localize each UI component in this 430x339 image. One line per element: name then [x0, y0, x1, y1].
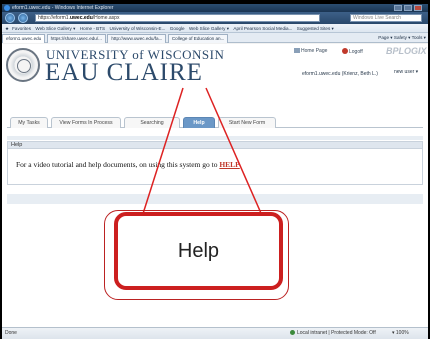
address-bar: https://eform1.uwec.edu/Home.aspx Window…: [2, 12, 428, 24]
window-title: eform1.uwec.edu - Windows Internet Explo…: [12, 5, 114, 11]
status-bar: Done Local intranet | Protected Mode: Of…: [2, 327, 428, 339]
url-domain: uwec.edu: [69, 15, 93, 21]
vendor-logo: BPLOGIX: [386, 46, 427, 56]
content-band: [7, 194, 423, 204]
tab-my-tasks[interactable]: My Tasks: [10, 117, 48, 128]
browser-tab[interactable]: eform1.uwec.edu: [2, 34, 46, 43]
browser-tab[interactable]: https://share.uwec.edu/...: [46, 34, 106, 43]
home-icon: [294, 48, 300, 53]
browser-window: eform1.uwec.edu - Windows Internet Explo…: [2, 4, 428, 339]
zoom-level[interactable]: ▾ 100%: [392, 330, 409, 336]
home-page-label: Home Page: [301, 48, 328, 54]
url-suffix: /Home.aspx: [92, 15, 120, 21]
browser-tab-bar: eform1.uwec.edu https://share.uwec.edu/.…: [2, 33, 428, 43]
forward-button[interactable]: [18, 13, 28, 23]
url-prefix: https://eform1.: [38, 15, 70, 21]
favorites-item[interactable]: Web Slice Gallery ▾: [189, 24, 229, 33]
logoff-label: Logoff: [349, 49, 363, 55]
globe-icon: [290, 330, 295, 335]
favorites-star-icon[interactable]: ★: [5, 24, 9, 33]
ie-icon: [4, 5, 10, 11]
favorites-item[interactable]: April Pearson Social Media...: [233, 24, 292, 33]
university-seal-icon: [6, 48, 40, 82]
help-section-body: For a video tutorial and help documents,…: [7, 149, 423, 185]
search-input[interactable]: Windows Live Search: [350, 14, 422, 22]
home-page-link[interactable]: Home Page: [294, 48, 327, 54]
favorites-item[interactable]: University of Wisconsin-E...: [110, 24, 166, 33]
status-text: Done: [5, 330, 17, 336]
help-callout: Help: [104, 210, 289, 300]
favorites-item[interactable]: Suggested Sites ▾: [297, 24, 334, 33]
favorites-bar: ★ Favorites Web Slice Gallery ▾ Home - BT…: [2, 24, 428, 33]
help-description: For a video tutorial and help documents,…: [16, 160, 220, 169]
security-zone-label: Local intranet | Protected Mode: Off: [297, 330, 376, 336]
help-heading: Help: [11, 142, 23, 148]
minimize-button[interactable]: [394, 5, 402, 11]
help-text: For a video tutorial and help documents,…: [16, 160, 240, 169]
back-button[interactable]: [5, 13, 15, 23]
tab-help[interactable]: Help: [183, 117, 215, 128]
favorites-item[interactable]: Google: [170, 24, 185, 33]
logoff-icon: [342, 48, 348, 54]
callout-label: Help: [177, 240, 220, 262]
logoff-link[interactable]: Logoff: [342, 48, 363, 55]
close-button[interactable]: [414, 5, 422, 11]
title-bar: eform1.uwec.edu - Windows Internet Explo…: [2, 4, 428, 12]
new-user-dropdown[interactable]: new user ▾: [394, 69, 418, 75]
security-zone: Local intranet | Protected Mode: Off: [290, 330, 376, 336]
campus-name: EAU CLAIRE: [45, 59, 203, 86]
tab-view-forms-in-process[interactable]: View Forms In Process: [51, 117, 121, 128]
command-bar-tools[interactable]: Page ▾ Safety ▾ Tools ▾: [378, 34, 426, 42]
browser-tab[interactable]: College of Education an...: [167, 34, 229, 43]
content-band: [7, 136, 423, 140]
tab-searching[interactable]: Searching: [124, 117, 180, 128]
tab-start-new-form[interactable]: Start New Form: [218, 117, 276, 128]
url-field[interactable]: https://eform1.uwec.edu/Home.aspx: [35, 14, 320, 22]
user-info: eform1.uwec.edu (Krienz, Beth L.): [302, 71, 378, 77]
favorites-item[interactable]: Web Slice Gallery ▾: [35, 24, 75, 33]
favorites-button[interactable]: Favorites: [12, 24, 31, 33]
favorites-item[interactable]: Home - BTS: [80, 24, 105, 33]
help-link[interactable]: HELP: [219, 160, 239, 169]
browser-tab[interactable]: http://www.uwec.edu/fa...: [107, 34, 167, 43]
help-section-header: Help: [7, 141, 423, 149]
app-tab-bar: My Tasks View Forms In Process Searching…: [7, 116, 423, 128]
maximize-button[interactable]: [404, 5, 412, 11]
